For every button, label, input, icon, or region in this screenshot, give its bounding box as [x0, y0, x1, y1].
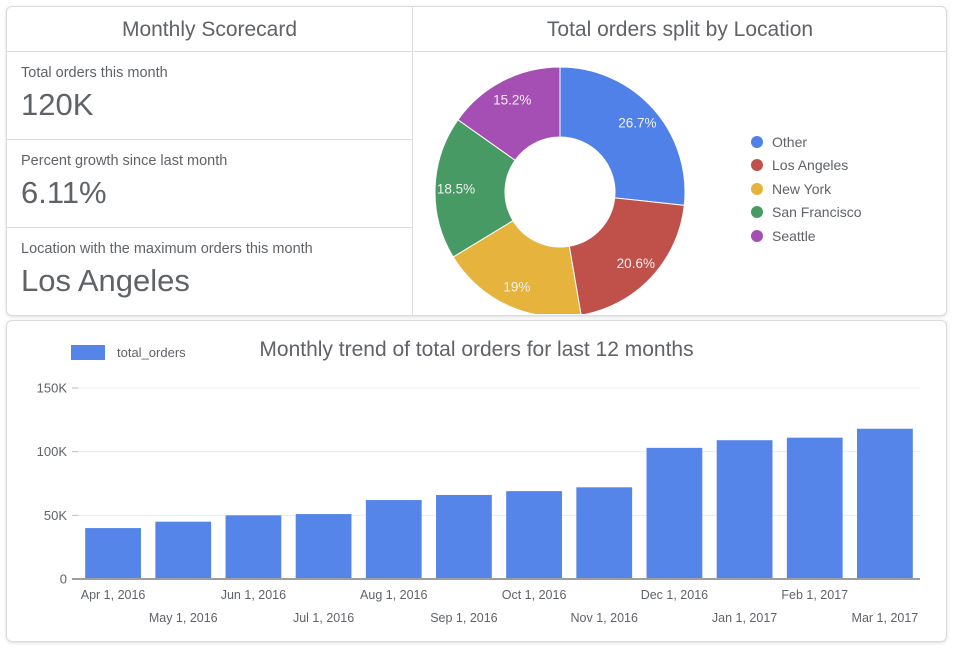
- x-axis-tick-label: Mar 1, 2017: [852, 611, 919, 625]
- x-axis-tick-label: Aug 1, 2016: [360, 588, 427, 602]
- bar[interactable]: [226, 515, 282, 579]
- x-axis-tick-label: May 1, 2016: [149, 611, 218, 625]
- bar[interactable]: [85, 528, 141, 579]
- bar[interactable]: [576, 487, 632, 579]
- bar[interactable]: [787, 438, 843, 579]
- x-axis-tick-label: Feb 1, 2017: [781, 588, 848, 602]
- x-axis-tick-label: Nov 1, 2016: [571, 611, 638, 625]
- bar[interactable]: [366, 500, 422, 579]
- y-axis-tick-label: 0: [60, 572, 67, 587]
- x-axis-tick-label: Jul 1, 2016: [293, 611, 354, 625]
- bar[interactable]: [296, 514, 352, 579]
- bar[interactable]: [436, 495, 492, 579]
- dashboard-page: Monthly Scorecard Total orders this mont…: [0, 0, 953, 648]
- x-axis-tick-label: Jun 1, 2016: [221, 588, 286, 602]
- bar[interactable]: [717, 440, 773, 579]
- bar[interactable]: [857, 429, 913, 579]
- bar[interactable]: [506, 491, 562, 579]
- y-axis-tick-label: 100K: [37, 444, 68, 459]
- y-axis-tick-label: 150K: [37, 381, 68, 396]
- x-axis-tick-label: Apr 1, 2016: [81, 588, 146, 602]
- bar[interactable]: [155, 522, 211, 579]
- x-axis-tick-label: Oct 1, 2016: [502, 588, 567, 602]
- y-axis-tick-label: 50K: [44, 508, 67, 523]
- bar[interactable]: [647, 448, 703, 579]
- x-axis-tick-label: Dec 1, 2016: [641, 588, 708, 602]
- bar-chart[interactable]: 0 50K 100K 150K Apr 1, 2016May 1, 2016Jun 1,…: [0, 0, 953, 648]
- x-axis-tick-label: Sep 1, 2016: [430, 611, 497, 625]
- x-axis-tick-label: Jan 1, 2017: [712, 611, 777, 625]
